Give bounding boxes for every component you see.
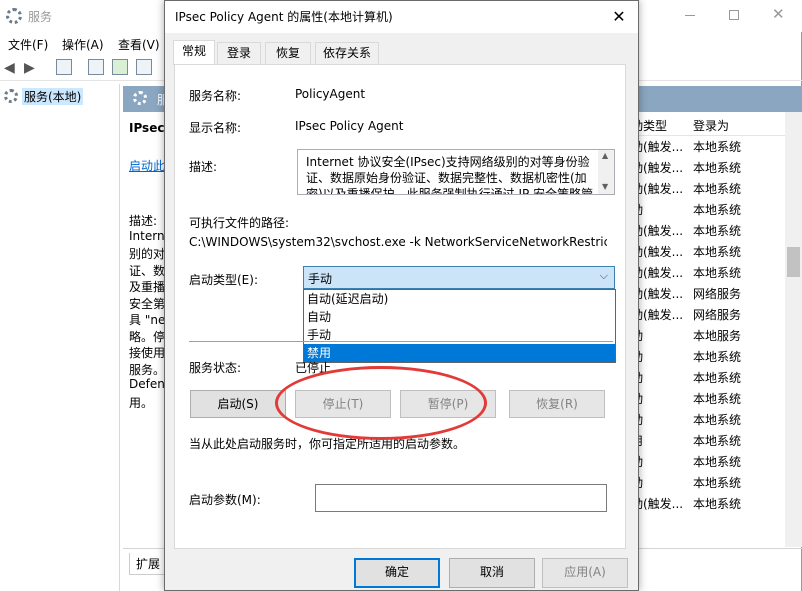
description-line: 接使用 (129, 346, 166, 360)
start-button[interactable]: 启动(S) (190, 390, 286, 418)
startup-type-label: 启动类型(E): (189, 273, 258, 287)
close-icon[interactable]: ✕ (772, 5, 785, 23)
tab-general[interactable]: 常规 (173, 40, 215, 65)
tree-gear-icon (4, 89, 18, 103)
scroll-up-icon[interactable]: ▲ (602, 151, 608, 160)
display-name-value: IPsec Policy Agent (295, 119, 404, 133)
service-name-value: PolicyAgent (295, 87, 366, 101)
row-logon-as: 本地系统 (693, 203, 742, 217)
description-line: 安全第 (129, 296, 166, 311)
description-line: Intern (129, 228, 165, 243)
display-name-label: 显示名称: (189, 121, 242, 135)
row-logon-as: 本地系统 (693, 497, 742, 511)
tab-dependencies[interactable]: 依存关系 (315, 42, 379, 64)
menu-file[interactable]: 文件(F) (8, 36, 48, 53)
description-scrollbar[interactable]: ▲ ▼ (598, 150, 614, 194)
option-auto-delayed[interactable]: 自动(延迟启动) (304, 290, 615, 308)
column-logon-as[interactable]: 登录为 (693, 117, 729, 134)
row-logon-as: 本地系统 (693, 476, 742, 490)
row-logon-as: 本地系统 (693, 224, 742, 238)
start-params-input[interactable] (315, 484, 607, 512)
tree-pane: 服务(本地) (0, 84, 120, 591)
general-tab-panel: 服务名称: PolicyAgent 显示名称: IPsec Policy Age… (174, 64, 626, 549)
properties-dialog: IPsec Policy Agent 的属性(本地计算机) ✕ 常规 登录 恢复… (164, 0, 639, 591)
resume-button[interactable]: 恢复(R) (509, 390, 605, 418)
refresh-icon[interactable] (112, 59, 128, 75)
show-tree-icon[interactable] (56, 59, 72, 75)
services-gear-icon (6, 8, 22, 24)
option-auto[interactable]: 自动 (304, 308, 615, 326)
menu-view[interactable]: 查看(V) (118, 36, 160, 53)
row-logon-as: 本地服务 (693, 329, 742, 343)
row-logon-as: 本地系统 (693, 371, 742, 385)
startup-type-dropdown: 自动(延迟启动) 自动 手动 禁用 (303, 289, 616, 363)
description-line: 略。停 (129, 329, 166, 344)
description-textbox[interactable]: Internet 协议安全(IPsec)支持网络级别的对等身份验证、数据原始身份… (297, 149, 615, 195)
row-logon-as: 本地系统 (693, 455, 742, 469)
minimize-icon[interactable] (685, 15, 695, 16)
description-line: 证、数 (129, 263, 166, 278)
row-logon-as: 网络服务 (693, 308, 742, 322)
back-arrow-icon[interactable]: ◀ (4, 60, 15, 76)
menu-action[interactable]: 操作(A) (62, 36, 104, 53)
forward-arrow-icon[interactable]: ▶ (24, 60, 35, 76)
scroll-down-icon[interactable]: ▼ (602, 182, 608, 191)
service-description: 描述: Intern 别的对 证、数 及重播 安全第具 "ne 略。停 接使用 服务。同 Defe… (123, 112, 177, 532)
row-logon-as: 本地系统 (693, 350, 742, 364)
service-status-label: 服务状态: (189, 361, 242, 375)
exe-path-value: C:\WINDOWS\system32\svchost.exe -k Netwo… (189, 235, 607, 249)
row-logon-as: 本地系统 (693, 140, 742, 154)
tab-recovery[interactable]: 恢复 (265, 42, 311, 64)
maximize-icon[interactable] (729, 10, 739, 20)
scrollbar-thumb[interactable] (787, 247, 800, 277)
description-line: Defen (129, 377, 165, 391)
exe-path-clip: C:\WINDOWS\system32\svchost.exe -k Netwo… (189, 235, 607, 253)
export-icon[interactable] (136, 59, 152, 75)
description-text: Internet 协议安全(IPsec)支持网络级别的对等身份验证、数据原始身份… (306, 155, 594, 195)
separator (189, 341, 613, 342)
row-logon-as: 本地系统 (693, 182, 742, 196)
startup-type-combobox[interactable]: 手动 ⌵ (303, 266, 615, 289)
ok-button[interactable]: 确定 (354, 558, 440, 588)
tree-item-services-local[interactable]: 服务(本地) (22, 88, 84, 105)
description-line: 描述: (129, 214, 158, 228)
description-label: 描述: (189, 160, 218, 174)
red-annotation-ellipse (275, 366, 487, 440)
apply-button[interactable]: 应用(A) (542, 558, 628, 588)
dialog-close-icon[interactable]: ✕ (605, 4, 633, 30)
start-params-hint: 当从此处启动服务时，你可指定所适用的启动参数。 (189, 437, 466, 451)
description-line: 及重播 (129, 280, 166, 294)
row-logon-as: 本地系统 (693, 413, 742, 427)
cancel-button[interactable]: 取消 (449, 558, 535, 588)
description-line: 具 "ne (129, 313, 166, 327)
row-logon-as: 网络服务 (693, 287, 742, 301)
dialog-title: IPsec Policy Agent 的属性(本地计算机) (175, 10, 393, 24)
properties-icon[interactable] (88, 59, 104, 75)
list-header: 动类型 登录为 (631, 112, 802, 136)
row-logon-as: 本地系统 (693, 392, 742, 406)
pane-header-gear-icon (133, 91, 147, 105)
row-logon-as: 本地系统 (693, 434, 742, 448)
description-line: 用。 (129, 395, 154, 410)
option-disabled[interactable]: 禁用 (304, 344, 615, 362)
row-logon-as: 本地系统 (693, 161, 742, 175)
tab-logon[interactable]: 登录 (217, 42, 261, 64)
start-params-label: 启动参数(M): (189, 493, 261, 507)
exe-path-label: 可执行文件的路径: (189, 216, 290, 230)
service-name-label: 服务名称: (189, 89, 242, 103)
row-logon-as: 本地系统 (693, 245, 742, 259)
dialog-title-bar: IPsec Policy Agent 的属性(本地计算机) ✕ (165, 1, 638, 33)
services-title: 服务 (28, 10, 53, 24)
vertical-scrollbar[interactable] (785, 112, 802, 547)
description-line: 别的对 (129, 247, 166, 261)
chevron-down-icon: ⌵ (599, 269, 608, 282)
row-logon-as: 本地系统 (693, 266, 742, 280)
tab-extended[interactable]: 扩展 (129, 553, 168, 575)
startup-type-value: 手动 (308, 272, 333, 286)
